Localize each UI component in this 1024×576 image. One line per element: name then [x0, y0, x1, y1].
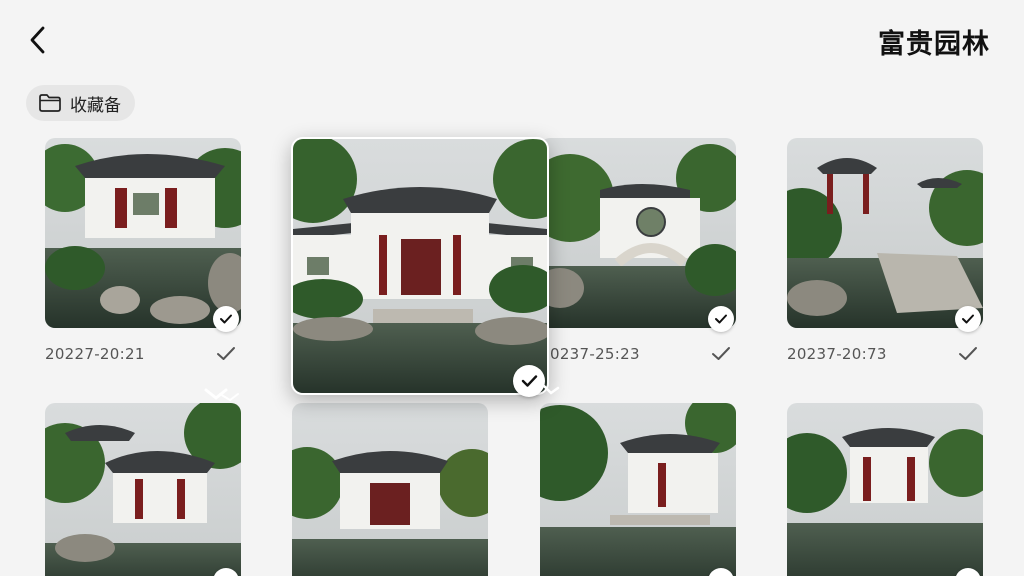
selected-check-icon[interactable]	[213, 306, 239, 332]
photo-thumbnail[interactable]	[45, 138, 241, 328]
photo-thumbnail[interactable]	[291, 137, 549, 395]
photo-thumbnail[interactable]	[292, 403, 488, 576]
album-chip-label: 收藏备	[70, 95, 121, 116]
check-icon[interactable]	[957, 345, 979, 363]
photo-card[interactable]	[787, 403, 983, 576]
photo-thumbnail[interactable]	[540, 138, 736, 328]
photo-card[interactable]	[292, 403, 488, 576]
photo-card[interactable]: 20227-20:21	[45, 138, 241, 368]
check-icon[interactable]	[710, 345, 732, 363]
back-button[interactable]	[22, 22, 54, 58]
photo-thumbnail[interactable]	[540, 403, 736, 576]
selected-check-icon[interactable]	[513, 365, 545, 397]
photo-date: 20227-20:21	[45, 345, 145, 363]
chevron-left-icon	[30, 26, 45, 54]
photo-thumbnail[interactable]	[787, 138, 983, 328]
photo-card[interactable]: 20237-20:73	[787, 138, 983, 368]
photo-thumbnail[interactable]	[787, 403, 983, 576]
photo-date: 20237-20:73	[787, 345, 887, 363]
page-title: 富贵园林	[878, 29, 990, 60]
sparkle-icon	[542, 384, 560, 395]
photo-card[interactable]	[540, 403, 736, 576]
selected-check-icon[interactable]	[955, 306, 981, 332]
album-chip[interactable]: 收藏备	[26, 85, 135, 121]
top-bar: 富贵园林	[0, 0, 1024, 80]
photo-thumbnail[interactable]	[45, 403, 241, 576]
sparkle-icon	[204, 388, 239, 402]
selected-check-icon[interactable]	[708, 306, 734, 332]
photo-card-featured[interactable]	[291, 137, 549, 397]
photo-card[interactable]: 0237-25:23	[540, 138, 736, 368]
folder-icon	[39, 94, 61, 112]
photo-card[interactable]	[45, 403, 241, 576]
check-icon[interactable]	[215, 345, 237, 363]
photo-date: 0237-25:23	[550, 345, 640, 363]
